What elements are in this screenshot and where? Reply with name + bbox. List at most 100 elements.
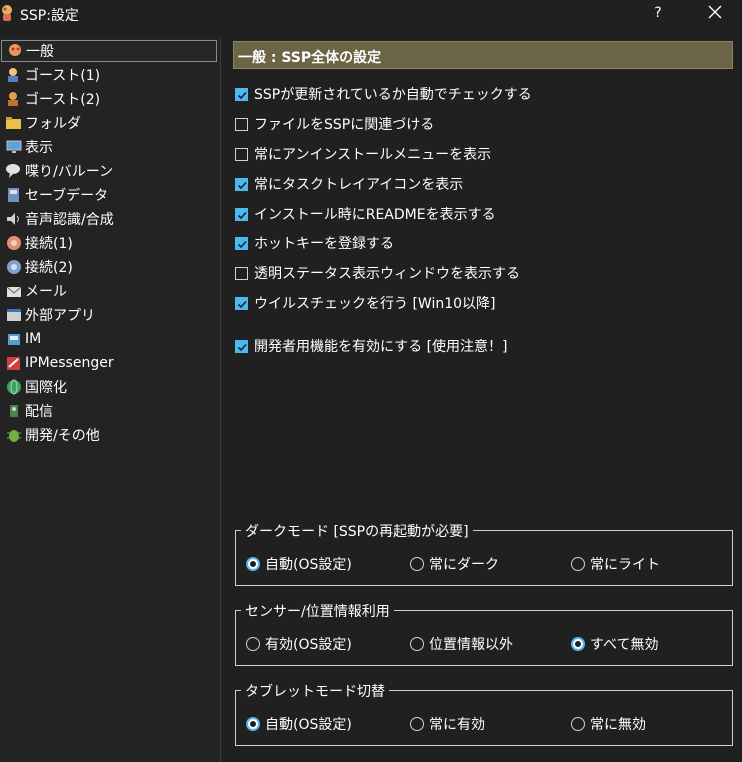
sidebar-item-external-app[interactable]: 外部アプリ (1, 304, 217, 326)
monitor-icon (6, 140, 22, 153)
sidebar-item-label: 音声認識/合成 (25, 212, 114, 228)
radio-dark-always[interactable]: 常にダーク (410, 554, 499, 574)
window-app-icon (7, 309, 21, 321)
option-virus-check[interactable]: ウイルスチェックを行う [Win10以降] (235, 293, 496, 313)
radio-label: 常に無効 (590, 717, 646, 733)
checkmark-icon (237, 300, 247, 308)
option-label: 透明ステータス表示ウィンドウを表示する (254, 266, 520, 282)
close-icon (708, 5, 722, 19)
sidebar-item-label: 接続(2) (25, 260, 73, 276)
option-tray-icon[interactable]: 常にタスクトレイアイコンを表示 (235, 174, 463, 194)
radio-unselected[interactable] (410, 557, 424, 571)
radio-label: 常に有効 (429, 717, 485, 733)
ghost-general-icon (9, 44, 21, 56)
sidebar-item-savedata[interactable]: セーブデータ (1, 184, 217, 206)
option-label: ウイルスチェックを行う [Win10以降] (254, 296, 496, 312)
option-transparent-status[interactable]: 透明ステータス表示ウィンドウを表示する (235, 263, 520, 283)
sidebar-item-voice[interactable]: 音声認識/合成 (1, 208, 217, 230)
ipmessenger-icon (7, 357, 20, 370)
checkbox-checked[interactable] (235, 236, 248, 250)
radio-unselected[interactable] (246, 637, 260, 651)
option-label: インストール時にREADMEを表示する (254, 207, 496, 223)
radio-tablet-always-off[interactable]: 常に無効 (571, 714, 646, 734)
sidebar-item-balloon[interactable]: 喋り/バルーン (1, 160, 217, 182)
sidebar-item-broadcast[interactable]: 配信 (1, 400, 217, 422)
radio-dark-auto[interactable]: 自動(OS設定) (246, 554, 352, 574)
section-header: 一般 : SSP全体の設定 (233, 41, 733, 69)
sidebar-item-label: 開発/その他 (25, 428, 100, 444)
option-show-readme[interactable]: インストール時にREADMEを表示する (235, 204, 496, 224)
tablet-mode-group: タブレットモード切替 自動(OS設定) 常に有効 常に無効 (235, 681, 733, 746)
radio-sensor-except-location[interactable]: 位置情報以外 (410, 634, 513, 654)
radio-selected[interactable] (246, 557, 260, 571)
sidebar-item-development[interactable]: 開発/その他 (1, 424, 217, 446)
sidebar-item-general[interactable]: 一般 (1, 40, 217, 62)
sidebar-item-label: IM (25, 331, 42, 347)
checkbox-checked[interactable] (235, 87, 248, 101)
globe-connection-icon (7, 236, 21, 250)
sidebar-item-connection1[interactable]: 接続(1) (1, 232, 217, 254)
sidebar-item-connection2[interactable]: 接続(2) (1, 256, 217, 278)
sidebar-item-display[interactable]: 表示 (1, 136, 217, 158)
option-label: 常にタスクトレイアイコンを表示 (254, 177, 464, 193)
radio-unselected[interactable] (571, 717, 585, 731)
checkbox-checked[interactable] (235, 339, 248, 353)
checkbox-unchecked[interactable] (235, 147, 248, 161)
help-button[interactable]: ? (646, 2, 670, 24)
sidebar-item-label: 表示 (25, 140, 53, 156)
sidebar-item-label: 喋り/バルーン (25, 164, 114, 180)
sidebar-item-folder[interactable]: フォルダ (1, 112, 217, 134)
option-file-association[interactable]: ファイルをSSPに関連づける (235, 114, 434, 134)
radio-label: 自動(OS設定) (265, 717, 352, 733)
checkbox-checked[interactable] (235, 207, 248, 221)
radio-label: すべて無効 (590, 637, 659, 653)
option-label: 開発者用機能を有効にする [使用注意！] (254, 339, 508, 355)
close-button[interactable] (700, 0, 730, 24)
sidebar-item-ghost2[interactable]: ゴースト(2) (1, 88, 217, 110)
sidebar-item-label: 一般 (26, 44, 54, 60)
checkbox-checked[interactable] (235, 296, 248, 310)
radio-unselected[interactable] (410, 637, 424, 651)
option-hotkey[interactable]: ホットキーを登録する (235, 233, 394, 253)
folder-icon (6, 117, 21, 129)
checkmark-icon (237, 240, 247, 248)
radio-label: 有効(OS設定) (265, 637, 352, 653)
sidebar: 一般 ゴースト(1) ゴースト(2) フォルダ 表示 喋り/バルーン セーブデー… (0, 37, 221, 762)
checkmark-icon (237, 181, 247, 189)
radio-label: 自動(OS設定) (265, 557, 352, 573)
checkmark-icon (237, 91, 247, 99)
sensor-location-group: センサー/位置情報利用 有効(OS設定) 位置情報以外 すべて無効 (235, 601, 733, 666)
radio-selected[interactable] (571, 637, 585, 651)
radio-selected[interactable] (246, 717, 260, 731)
title-bar: SSP:設定 ? (0, 0, 742, 28)
checkbox-unchecked[interactable] (235, 266, 248, 280)
radio-sensor-enabled[interactable]: 有効(OS設定) (246, 634, 352, 654)
option-label: ホットキーを登録する (254, 236, 394, 252)
sidebar-item-ipmessenger[interactable]: IPMessenger (1, 352, 217, 374)
checkbox-unchecked[interactable] (235, 117, 248, 131)
sidebar-item-im[interactable]: IM (1, 328, 217, 350)
radio-unselected[interactable] (410, 717, 424, 731)
option-auto-update-check[interactable]: SSPが更新されているか自動でチェックする (235, 84, 532, 104)
checkbox-checked[interactable] (235, 177, 248, 191)
radio-label: 常にライト (590, 557, 660, 573)
radio-tablet-auto[interactable]: 自動(OS設定) (246, 714, 352, 734)
radio-sensor-all-disabled[interactable]: すべて無効 (571, 634, 658, 654)
checkmark-icon (237, 343, 247, 351)
sidebar-item-label: セーブデータ (25, 188, 109, 204)
sidebar-item-i18n[interactable]: 国際化 (1, 376, 217, 398)
option-developer-features[interactable]: 開発者用機能を有効にする [使用注意！] (235, 336, 508, 356)
radio-light-always[interactable]: 常にライト (571, 554, 660, 574)
section-title: 一般 : SSP全体の設定 (238, 50, 382, 66)
option-uninstall-menu[interactable]: 常にアンインストールメニューを表示 (235, 144, 491, 164)
group-title: ダークモード [SSPの再起動が必要] (241, 521, 473, 541)
sidebar-item-label: 外部アプリ (25, 308, 95, 324)
sidebar-item-label: IPMessenger (25, 355, 114, 371)
sidebar-item-ghost1[interactable]: ゴースト(1) (1, 64, 217, 86)
sidebar-item-label: メール (25, 284, 67, 300)
sidebar-item-mail[interactable]: メール (1, 280, 217, 302)
sidebar-item-label: ゴースト(2) (25, 92, 101, 108)
radio-tablet-always-on[interactable]: 常に有効 (410, 714, 485, 734)
radio-unselected[interactable] (571, 557, 585, 571)
checkmark-icon (237, 211, 247, 219)
